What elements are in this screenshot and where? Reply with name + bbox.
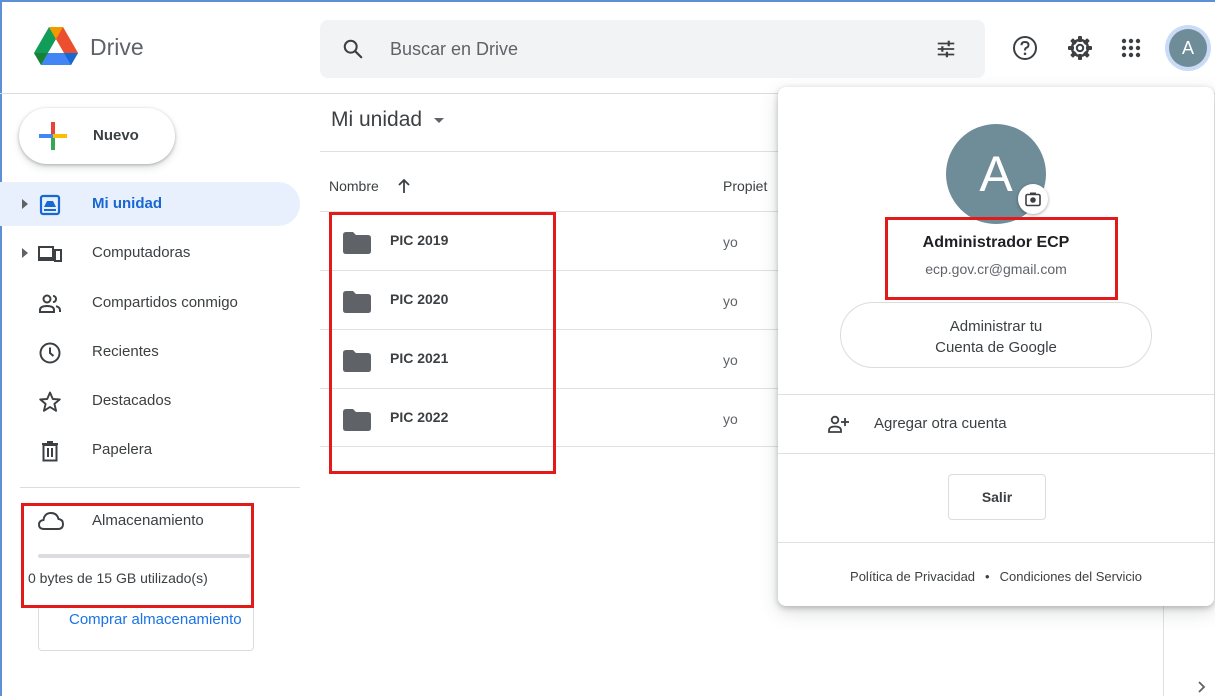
add-account-button[interactable]: Agregar otra cuenta	[778, 395, 1214, 453]
terms-of-service-link[interactable]: Condiciones del Servicio	[1000, 569, 1142, 584]
sign-out-button[interactable]: Salir	[948, 474, 1046, 520]
highlight-box-storage	[21, 503, 254, 608]
new-button-label: Nuevo	[93, 127, 139, 144]
footer-separator: •	[985, 569, 990, 584]
sidebar-item-label: Destacados	[92, 392, 172, 409]
file-owner: yo	[723, 234, 738, 250]
file-owner: yo	[723, 293, 738, 309]
buy-storage-button[interactable]: Comprar almacenamiento	[38, 605, 254, 651]
expand-caret-icon[interactable]	[22, 248, 28, 258]
gear-icon[interactable]	[1066, 34, 1094, 62]
popup-divider	[778, 542, 1214, 543]
breadcrumb-label: Mi unidad	[331, 108, 423, 131]
clock-icon	[39, 342, 61, 364]
sidebar-item-label: Papelera	[92, 441, 153, 458]
search-icon[interactable]	[342, 38, 364, 60]
account-popup: A Administrador ECP ecp.gov.cr@gmail.com…	[778, 87, 1214, 606]
dropdown-arrow-icon	[434, 117, 445, 123]
sidebar-divider	[20, 487, 300, 488]
help-icon[interactable]	[1011, 34, 1039, 62]
sidebar-item-my-drive[interactable]: Mi unidad	[0, 182, 300, 226]
main-divider	[320, 151, 780, 152]
sidebar-item-computers[interactable]: Computadoras	[0, 231, 300, 275]
star-icon	[39, 391, 61, 412]
sidebar-item-label: Recientes	[92, 343, 159, 360]
column-header-name[interactable]: Nombre	[329, 178, 379, 194]
sidebar-item-label: Compartidos conmigo	[92, 294, 238, 311]
manage-account-line2: Cuenta de Google	[935, 339, 1057, 356]
column-header-owner[interactable]: Propiet	[723, 178, 767, 194]
file-owner: yo	[723, 352, 738, 368]
popup-footer: Política de Privacidad • Condiciones del S…	[778, 569, 1214, 584]
panel-edge	[1163, 600, 1164, 696]
highlight-box-account	[885, 217, 1118, 300]
file-owner: yo	[723, 411, 738, 427]
highlight-box-files	[329, 212, 556, 474]
sidebar-item-label: Computadoras	[92, 244, 191, 261]
expand-caret-icon[interactable]	[22, 199, 28, 209]
change-photo-button[interactable]	[1018, 184, 1048, 214]
top-bar: Drive Buscar en Drive A	[0, 0, 1215, 94]
add-person-icon	[828, 415, 849, 433]
plus-icon	[39, 122, 67, 150]
account-avatar-button[interactable]: A	[1169, 29, 1207, 67]
privacy-policy-link[interactable]: Política de Privacidad	[850, 569, 975, 584]
shared-icon	[39, 294, 61, 313]
search-options-icon[interactable]	[935, 38, 957, 60]
sidebar-item-trash[interactable]: Papelera	[0, 428, 300, 472]
camera-icon	[1025, 192, 1041, 207]
popup-divider	[778, 453, 1214, 454]
chevron-right-icon[interactable]	[1196, 680, 1206, 694]
trash-icon	[42, 441, 58, 462]
apps-grid-icon[interactable]	[1117, 34, 1145, 62]
manage-account-line1: Administrar tu	[949, 318, 1043, 335]
sort-ascending-icon[interactable]	[397, 178, 411, 194]
manage-account-button[interactable]: Administrar tu Cuenta de Google	[840, 302, 1152, 368]
sidebar-item-shared[interactable]: Compartidos conmigo	[0, 281, 300, 325]
computers-icon	[38, 246, 62, 262]
sidebar-item-recent[interactable]: Recientes	[0, 330, 300, 374]
search-bar[interactable]	[320, 20, 985, 78]
sidebar-item-starred[interactable]: Destacados	[0, 379, 300, 423]
breadcrumb[interactable]: Mi unidad	[331, 108, 445, 132]
sidebar-item-label: Mi unidad	[92, 195, 162, 212]
drive-logo-icon[interactable]	[34, 26, 78, 66]
add-account-label: Agregar otra cuenta	[874, 415, 1007, 432]
search-input[interactable]	[390, 20, 910, 78]
new-button[interactable]: Nuevo	[19, 108, 175, 164]
drive-icon	[39, 194, 61, 216]
app-title[interactable]: Drive	[90, 34, 144, 61]
